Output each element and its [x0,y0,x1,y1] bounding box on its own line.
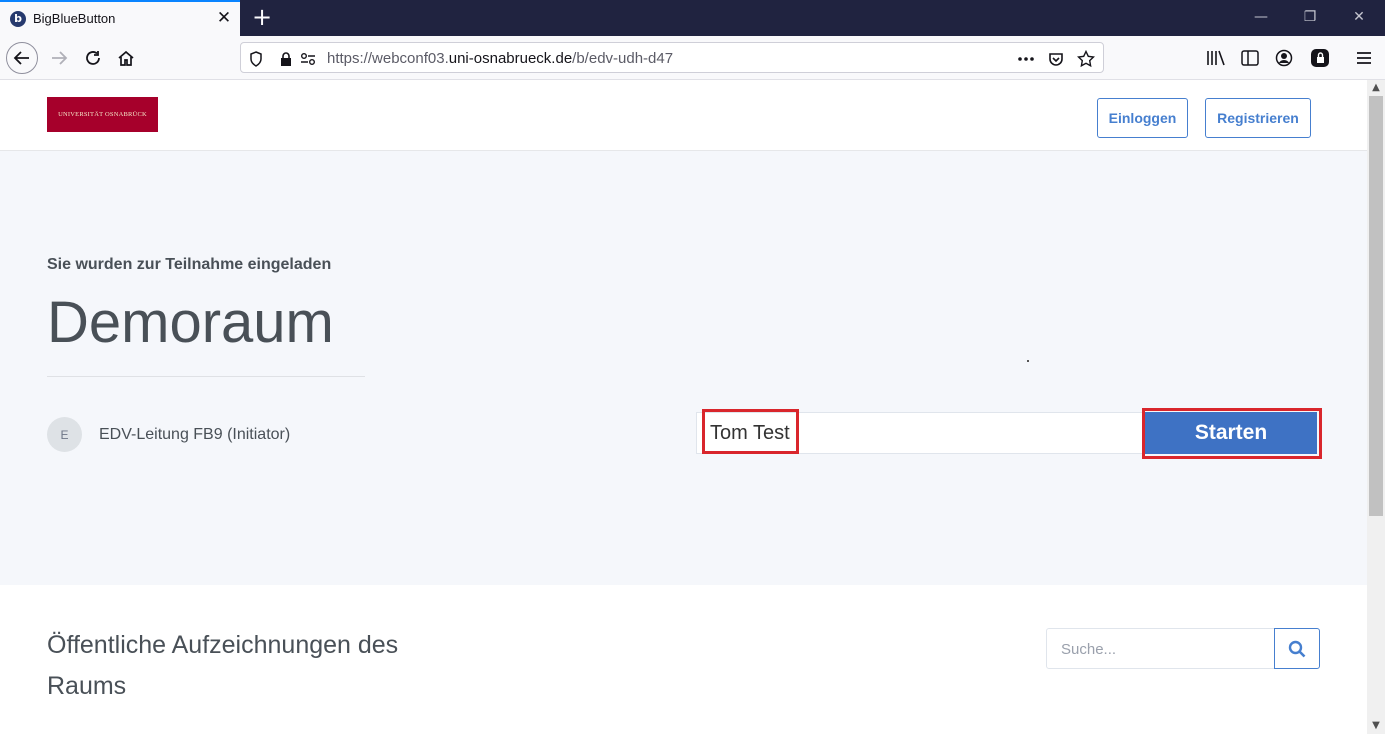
hamburger-menu-icon[interactable] [1353,47,1375,69]
search-icon [1288,640,1306,657]
divider [47,376,365,377]
sidebar-icon[interactable] [1239,47,1261,69]
arrow-right-icon [52,51,68,65]
extension-icon[interactable] [1309,47,1331,69]
register-button[interactable]: Registrieren [1205,98,1311,138]
reload-icon [86,51,100,65]
logo-text: UNIVERSITÄT OSNABRÜCK [58,111,147,118]
url-prefix: https://webconf03. [327,50,449,67]
page-content: UNIVERSITÄT OSNABRÜCK Einloggen Registri… [0,80,1367,734]
reload-button[interactable] [79,44,107,72]
back-button[interactable] [6,42,38,74]
recordings-title: Öffentliche Aufzeichnungen des Raums [47,631,399,700]
close-window-icon[interactable]: ✕ [1348,7,1370,27]
new-tab-button[interactable]: + [250,4,274,30]
tracking-shield-icon[interactable] [247,50,265,68]
browser-tab[interactable]: b BigBlueButton ✕ [0,0,240,36]
browser-tab-strip: b BigBlueButton ✕ + — ❐ ✕ [0,0,1385,36]
minimize-window-icon[interactable]: — [1250,7,1272,27]
tab-title: BigBlueButton [33,11,116,26]
library-icon[interactable] [1205,47,1227,69]
home-button[interactable] [112,44,140,72]
owner-avatar: E [47,417,82,452]
login-button[interactable]: Einloggen [1097,98,1188,138]
url-domain: uni-osnabrueck.de [448,50,573,67]
close-tab-icon[interactable]: ✕ [214,8,234,28]
scroll-down-icon[interactable]: ▼ [1367,718,1385,734]
page-actions-icon[interactable] [1017,50,1035,68]
recordings-search-input[interactable]: Suche... [1046,628,1275,669]
scroll-up-icon[interactable]: ▲ [1367,80,1385,96]
address-bar[interactable]: https://webconf03.uni-osnabrueck.de/b/ed… [240,42,1104,73]
room-join-section: Sie wurden zur Teilnahme eingeladen Demo… [0,151,1367,585]
bookmark-star-icon[interactable] [1077,50,1095,68]
forward-button[interactable] [45,44,73,72]
url-text[interactable]: https://webconf03.uni-osnabrueck.de/b/ed… [327,50,673,67]
start-button[interactable]: Starten [1145,412,1317,454]
url-path: /b/edv-udh-d47 [572,50,674,67]
pocket-icon[interactable] [1047,50,1065,68]
home-icon [118,50,134,66]
site-header: UNIVERSITÄT OSNABRÜCK Einloggen Registri… [0,80,1367,151]
search-placeholder: Suche... [1061,641,1117,658]
university-logo[interactable]: UNIVERSITÄT OSNABRÜCK [47,97,158,132]
lock-icon[interactable] [277,50,295,68]
permissions-icon[interactable] [299,50,317,68]
search-button[interactable] [1274,628,1320,669]
page-scrollbar[interactable]: ▲ ▼ [1367,80,1385,734]
browser-toolbar: https://webconf03.uni-osnabrueck.de/b/ed… [0,36,1385,80]
room-owner: EDV-Leitung FB9 (Initiator) [99,426,291,443]
name-input[interactable]: Tom Test [696,412,1144,454]
account-icon[interactable] [1273,47,1295,69]
scroll-thumb[interactable] [1369,96,1383,516]
restore-window-icon[interactable]: ❐ [1299,7,1321,27]
invitation-text: Sie wurden zur Teilnahme eingeladen [47,256,332,273]
bigbluebutton-favicon-icon: b [10,11,26,27]
arrow-left-icon [13,51,29,65]
room-title: Demoraum [47,290,334,355]
stray-dot [1027,360,1029,362]
